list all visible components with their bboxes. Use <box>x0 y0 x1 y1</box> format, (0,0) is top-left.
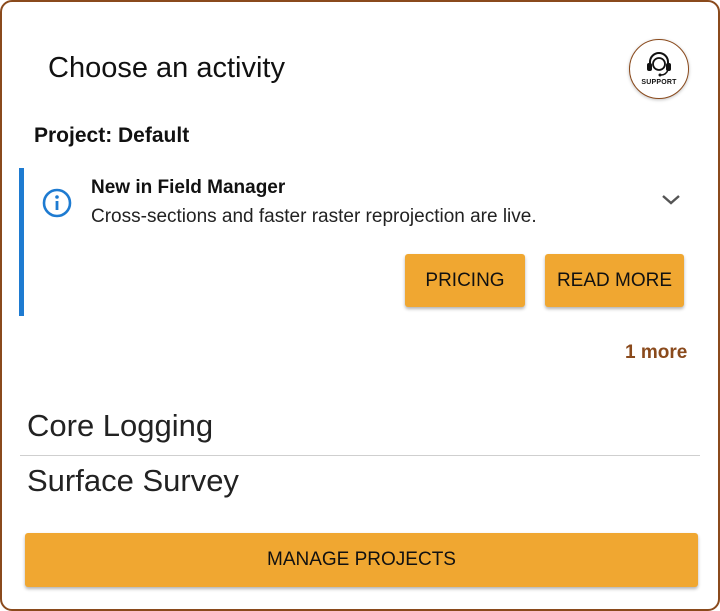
info-banner: New in Field Manager Cross-sections and … <box>19 168 699 316</box>
headset-icon <box>647 52 671 77</box>
project-label: Project: Default <box>34 124 190 147</box>
chevron-down-icon[interactable] <box>660 192 682 208</box>
read-more-button[interactable]: READ MORE <box>545 254 684 307</box>
activity-core-logging[interactable]: Core Logging <box>27 408 213 444</box>
dialog-title: Choose an activity <box>48 52 285 84</box>
manage-projects-button[interactable]: MANAGE PROJECTS <box>25 533 698 587</box>
banner-heading: New in Field Manager <box>91 177 286 198</box>
more-notifications-link[interactable]: 1 more <box>625 342 687 364</box>
banner-accent-bar <box>19 168 24 316</box>
info-icon <box>42 188 72 218</box>
activity-divider <box>20 455 700 456</box>
banner-body: Cross-sections and faster raster reproje… <box>91 206 537 227</box>
activity-dialog: Choose an activity SUPPORT Project: Defa… <box>0 0 720 611</box>
activity-surface-survey[interactable]: Surface Survey <box>27 463 239 499</box>
pricing-button[interactable]: PRICING <box>405 254 525 307</box>
support-label: SUPPORT <box>641 79 677 86</box>
support-button[interactable]: SUPPORT <box>629 39 689 99</box>
